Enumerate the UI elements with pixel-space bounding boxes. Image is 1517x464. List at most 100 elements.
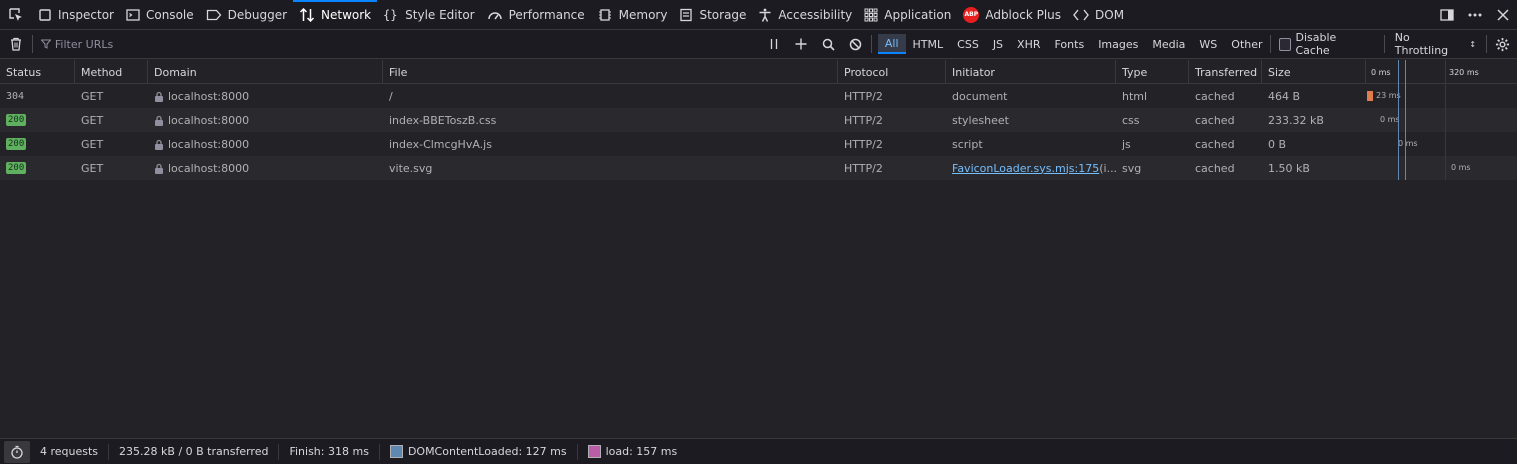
memory-icon [597, 8, 613, 22]
column-header-size[interactable]: Size [1262, 60, 1366, 84]
filter-type-xhr[interactable]: XHR [1010, 34, 1047, 54]
performance-analysis-button[interactable] [4, 440, 30, 463]
initiator-cell: script [946, 132, 1116, 156]
tab-debugger[interactable]: Debugger [200, 0, 293, 30]
filter-type-css[interactable]: CSS [950, 34, 986, 54]
stopwatch-icon [11, 445, 23, 459]
table-header: Status Method Domain File Protocol Initiator T… [0, 60, 1517, 84]
tab-memory[interactable]: Memory [591, 0, 674, 30]
clear-button[interactable] [0, 30, 32, 59]
file-cell-text: vite.svg [389, 161, 433, 175]
transferred-cell-text: cached [1195, 161, 1235, 175]
tab-style-editor[interactable]: {} Style Editor [377, 0, 480, 30]
initiator-cell-text[interactable]: FaviconLoader.sys.mjs:175 [952, 162, 1099, 175]
debugger-icon [206, 8, 222, 22]
filter-icon [40, 39, 51, 49]
size-cell-text: 233.32 kB [1268, 113, 1324, 127]
transferred-text: 235.28 kB / 0 B transferred [119, 445, 269, 458]
timing-label: 0 ms [1380, 115, 1400, 124]
column-header-domain[interactable]: Domain [148, 60, 383, 84]
column-header-file[interactable]: File [383, 60, 838, 84]
block-icon [849, 38, 862, 50]
new-request-button[interactable] [788, 30, 815, 59]
more-icon [1468, 13, 1482, 17]
table-row[interactable]: 200 GET localhost:8000 index-BBEToszB.css HT… [0, 108, 1517, 132]
checkbox-box[interactable] [1278, 37, 1292, 51]
table-row[interactable]: 200 GET localhost:8000 vite.svg HTTP/2 Favico… [0, 156, 1517, 180]
throttling-label: No Throttling [1394, 31, 1449, 57]
finish-time: Finish: 318 ms [279, 443, 380, 460]
dcl-swatch [389, 445, 403, 458]
tab-network[interactable]: Network [293, 0, 378, 30]
tab-label: Inspector [58, 7, 114, 22]
size-cell: 0 B [1262, 132, 1366, 156]
column-header-protocol[interactable]: Protocol [838, 60, 946, 84]
tab-adblock-plus[interactable]: ABP Adblock Plus [957, 0, 1067, 30]
file-cell: vite.svg [383, 156, 838, 180]
filter-type-all[interactable]: All [877, 34, 906, 54]
throttling-select[interactable]: No Throttling ↕ [1385, 31, 1486, 57]
tab-accessibility[interactable]: Accessibility [752, 0, 858, 30]
filter-type-js[interactable]: JS [986, 34, 1010, 54]
style-editor-icon: {} [383, 8, 399, 22]
table-row[interactable]: 304 GET localhost:8000 / HTTP/2 document html c… [0, 84, 1517, 108]
more-options-button[interactable] [1461, 0, 1489, 30]
tab-storage[interactable]: Storage [673, 0, 752, 30]
column-header-waterfall[interactable]: 0 ms 320 ms [1366, 60, 1517, 84]
waterfall-tick: 0 ms [1371, 67, 1391, 77]
column-header-type[interactable]: Type [1116, 60, 1189, 84]
network-settings-button[interactable] [1487, 30, 1517, 59]
column-header-transferred[interactable]: Transferred [1189, 60, 1262, 84]
type-cell: html [1116, 84, 1189, 108]
tab-label: Adblock Plus [985, 7, 1062, 22]
pause-button[interactable] [761, 30, 788, 59]
tab-label: Storage [699, 7, 747, 22]
tab-console[interactable]: Console [120, 0, 200, 30]
tab-label: Performance [508, 7, 585, 22]
lock-icon [154, 91, 164, 102]
timing-label: 0 ms [1398, 139, 1418, 148]
element-picker-button[interactable] [0, 0, 32, 30]
waterfall-divider [1445, 108, 1446, 132]
timing-label: 23 ms [1376, 91, 1401, 100]
column-header-status[interactable]: Status [0, 60, 75, 84]
dock-side-button[interactable] [1433, 0, 1461, 30]
updown-arrow-icon: ↕ [1469, 39, 1477, 49]
disable-cache-checkbox[interactable]: Disable Cache [1271, 31, 1384, 57]
filter-type-images[interactable]: Images [1091, 34, 1145, 54]
protocol-cell-text: HTTP/2 [844, 113, 883, 127]
filter-urls-input[interactable]: Filter URLs [33, 38, 761, 51]
tab-application[interactable]: Application [858, 0, 957, 30]
load-time: load: 157 ms [578, 444, 688, 460]
type-cell-text: js [1122, 137, 1131, 151]
network-toolbar: Filter URLs All HTML CSS JS XHR Fonts Images Me… [0, 30, 1517, 59]
initiator-cell: FaviconLoader.sys.mjs:175 (i... [946, 156, 1116, 180]
initiator-suffix: (i... [1099, 161, 1116, 175]
method-cell-text: GET [81, 137, 104, 151]
waterfall-cell: 0 ms [1366, 132, 1517, 156]
type-cell-text: css [1122, 113, 1140, 127]
size-cell-text: 0 B [1268, 137, 1287, 151]
filter-type-fonts[interactable]: Fonts [1048, 34, 1092, 54]
transferred-summary: 235.28 kB / 0 B transferred [109, 443, 280, 460]
column-header-method[interactable]: Method [75, 60, 148, 84]
domain-cell: localhost:8000 [148, 84, 383, 108]
tab-dom[interactable]: DOM [1067, 0, 1130, 30]
dock-icon [1440, 9, 1454, 21]
picker-icon [9, 7, 22, 21]
filter-type-other[interactable]: Other [1224, 34, 1269, 54]
lock-icon [154, 115, 164, 126]
search-button[interactable] [815, 30, 842, 59]
file-cell-text: / [389, 89, 393, 103]
filter-type-media[interactable]: Media [1145, 34, 1192, 54]
filter-type-html[interactable]: HTML [906, 34, 951, 54]
table-row[interactable]: 200 GET localhost:8000 index-ClmcgHvA.js HTT… [0, 132, 1517, 156]
block-requests-button[interactable] [842, 30, 869, 59]
close-devtools-button[interactable] [1489, 0, 1517, 30]
column-header-initiator[interactable]: Initiator [946, 60, 1116, 84]
filter-type-ws[interactable]: WS [1192, 34, 1224, 54]
domain-cell: localhost:8000 [148, 156, 383, 180]
tab-inspector[interactable]: Inspector [32, 0, 120, 30]
tab-performance[interactable]: Performance [481, 0, 591, 30]
domain-cell-text: localhost:8000 [168, 89, 250, 103]
